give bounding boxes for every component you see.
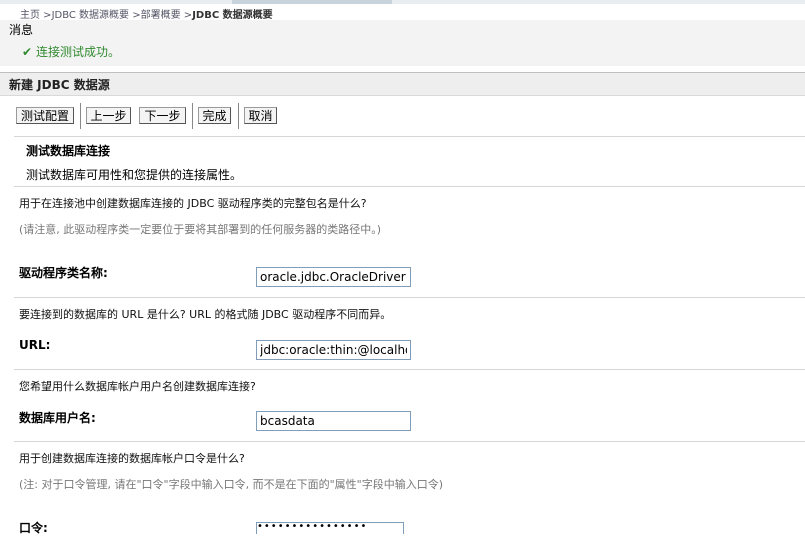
divider xyxy=(14,441,805,442)
test-config-button[interactable]: 测试配置 xyxy=(16,107,74,124)
success-text: 连接测试成功。 xyxy=(36,45,121,59)
driver-class-input[interactable] xyxy=(256,267,411,287)
password-label: 口令: xyxy=(19,521,48,535)
user-label: 数据库用户名: xyxy=(19,411,96,425)
toolbar-separator xyxy=(80,103,81,129)
breadcrumb: 主页 >JDBC 数据源概要 >部署概要 >JDBC 数据源概要 xyxy=(20,6,273,21)
panel-header: 新建 JDBC 数据源 xyxy=(0,72,805,96)
section-heading: 测试数据库连接 xyxy=(26,144,111,158)
url-question: 要连接到的数据库的 URL 是什么? URL 的格式随 JDBC 驱动程序不同而… xyxy=(19,308,392,321)
success-message: ✔ 连接测试成功。 xyxy=(22,43,120,60)
finish-button[interactable]: 完成 xyxy=(198,107,231,124)
check-icon: ✔ xyxy=(22,45,33,59)
user-question: 您希望用什么数据库帐户用户名创建数据库连接? xyxy=(19,380,256,393)
driver-question: 用于在连接池中创建数据库连接的 JDBC 驱动程序类的完整包名是什么? xyxy=(19,197,367,210)
password-note: (注: 对于口令管理, 请在"口令"字段中输入口令, 而不是在下面的"属性"字段… xyxy=(19,478,444,491)
url-input[interactable] xyxy=(256,340,411,360)
driver-label: 驱动程序类名称: xyxy=(19,266,108,280)
section-description: 测试数据库可用性和您提供的连接属性。 xyxy=(26,168,243,182)
divider xyxy=(14,136,805,137)
password-question: 用于创建数据库连接的数据库帐户口令是什么? xyxy=(19,452,245,465)
next-button[interactable]: 下一步 xyxy=(139,107,186,124)
panel-title: 新建 JDBC 数据源 xyxy=(9,78,110,92)
divider xyxy=(14,186,805,187)
db-username-input[interactable] xyxy=(256,411,411,431)
toolbar-separator xyxy=(192,103,193,129)
back-button[interactable]: 上一步 xyxy=(86,107,131,124)
cancel-button[interactable]: 取消 xyxy=(244,107,277,124)
message-title: 消息 xyxy=(9,23,34,37)
top-bar xyxy=(0,0,805,4)
password-input[interactable]: •••••••••••••••• xyxy=(256,522,404,534)
message-box: 消息 ✔ 连接测试成功。 xyxy=(0,20,805,66)
divider xyxy=(14,297,805,298)
driver-note: (请注意, 此驱动程序类一定要位于要将其部署到的任何服务器的类路径中。) xyxy=(19,223,382,236)
toolbar-separator xyxy=(238,103,239,129)
url-label: URL: xyxy=(19,338,51,352)
divider xyxy=(14,369,805,370)
